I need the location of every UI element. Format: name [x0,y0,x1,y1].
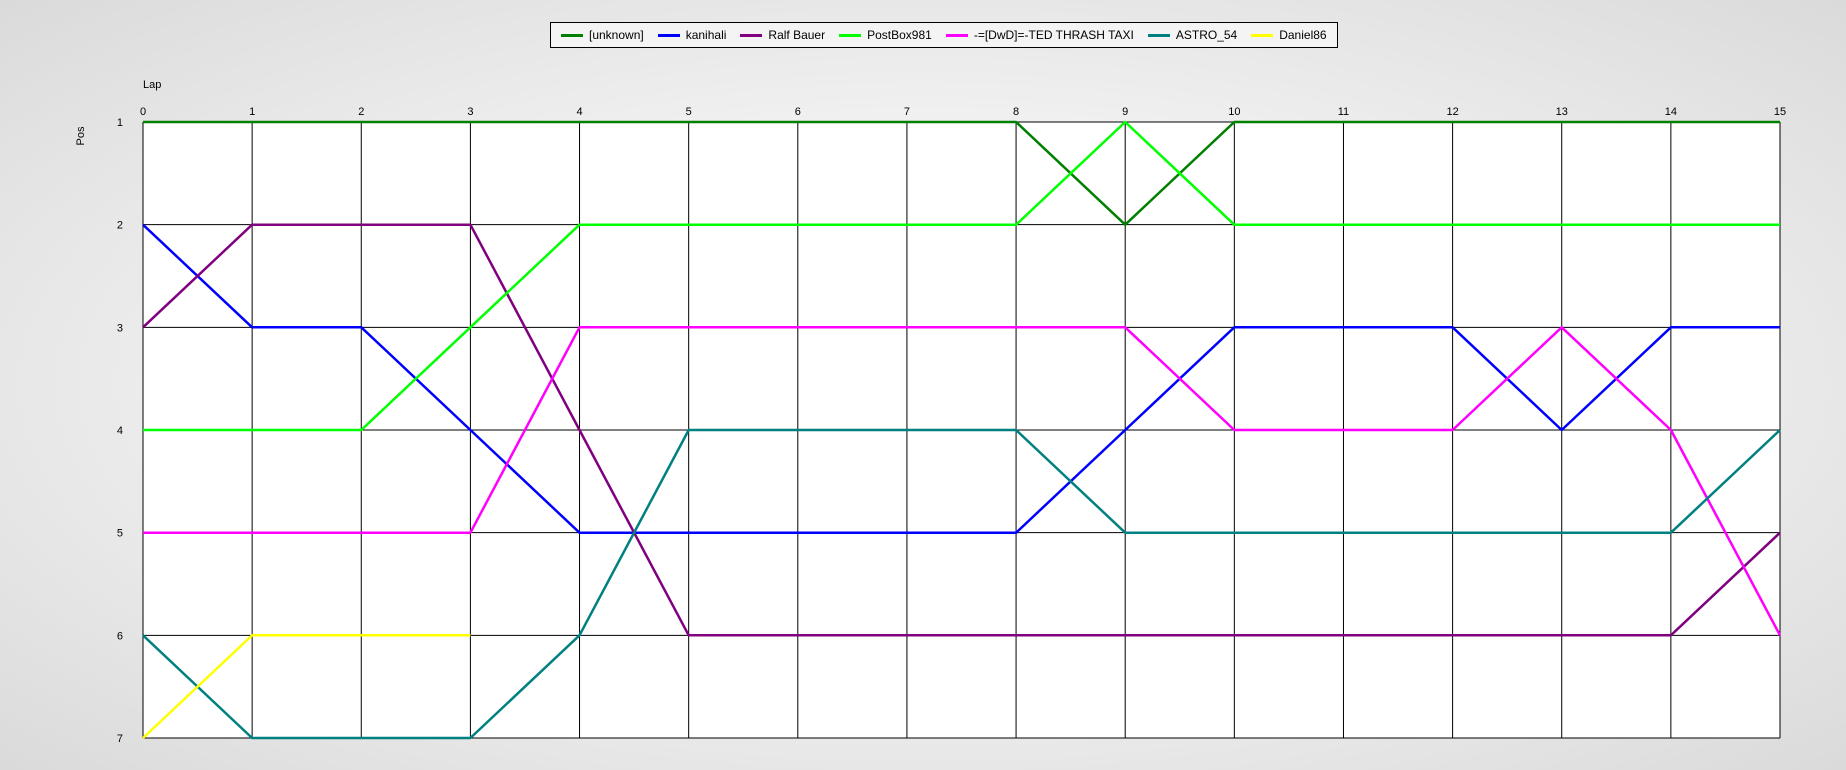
x-tick-label: 1 [249,106,255,118]
x-tick-label: 10 [1228,106,1240,118]
y-tick-label: 5 [117,528,123,540]
x-tick-label: 9 [1122,106,1128,118]
x-tick-label: 7 [904,106,910,118]
x-tick-label: 6 [795,106,801,118]
y-tick-label: 7 [117,733,123,745]
plot-area: 0 1 2 3 4 5 6 7 8 9 10 11 12 13 14 15 1234567 Lap Pos [75,79,1786,745]
y-tick-label: 3 [117,322,123,334]
x-tick-label: 13 [1556,106,1568,118]
y-axis-label: Pos [75,126,87,145]
x-tick-label: 5 [686,106,692,118]
x-tick-label: 8 [1013,106,1019,118]
lap-position-chart: [unknown] kanihali Ralf Bauer PostBox981 -=[… [0,0,1846,770]
y-tick-labels: 1 2 3 4 5 6 7 [117,117,123,745]
x-tick-label: 2 [358,106,364,118]
y-tick-label: 1 [117,117,123,129]
y-tick-label: 2 [117,220,123,232]
x-tick-labels: 0 1 2 3 4 5 6 7 8 9 10 11 12 13 14 15 [140,106,1786,118]
x-axis-label: Lap [143,79,161,91]
x-tick-label: 11 [1338,106,1349,118]
x-tick-label: 12 [1446,106,1458,118]
x-tick-label: 0 [140,106,146,118]
x-tick-label: 14 [1665,106,1677,118]
x-tick-label: 15 [1774,106,1786,118]
x-tick-label: 4 [576,106,582,118]
y-tick-label: 4 [117,425,123,437]
y-tick-label: 6 [117,630,123,642]
x-tick-label: 3 [467,106,473,118]
